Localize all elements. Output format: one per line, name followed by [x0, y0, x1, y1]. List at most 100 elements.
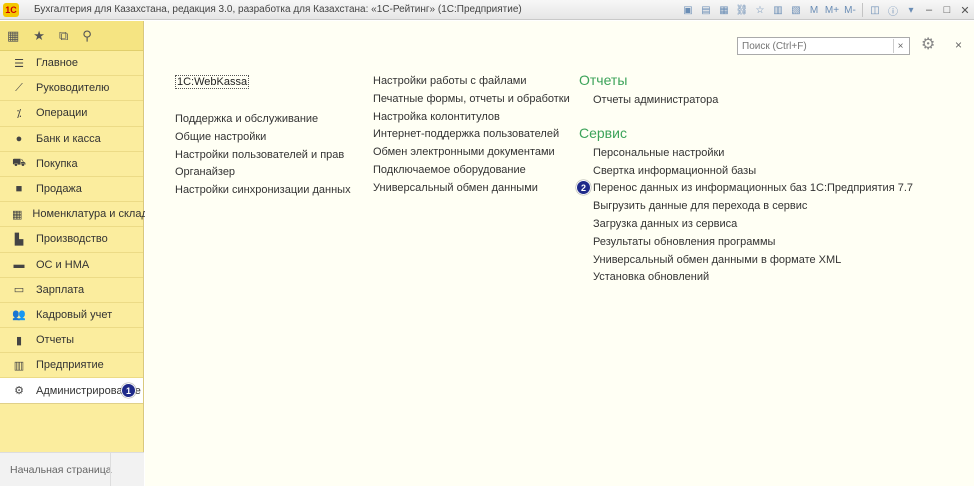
admin-column-3: Отчеты Отчеты администратора Сервис Перс…: [576, 72, 913, 289]
link-update-results[interactable]: Результаты обновления программы: [579, 236, 913, 254]
dropdown-icon[interactable]: ▾: [903, 2, 919, 18]
sidebar-item-operations[interactable]: ⁒ Операции: [0, 101, 143, 127]
maximize-icon[interactable]: □: [938, 2, 956, 18]
link-export-to-service[interactable]: Выгрузить данные для перехода в сервис: [579, 200, 913, 218]
link-equipment[interactable]: Подключаемое оборудование: [373, 164, 570, 182]
window-titlebar: 1С Бухгалтерия для Казахстана, редакция …: [0, 0, 974, 20]
link-install-updates[interactable]: Установка обновлений: [579, 271, 913, 289]
panels-icon[interactable]: ◫: [867, 2, 883, 18]
sections-panel: ▦ ★ ⧉ ⚲ ☰ Главное ⟋ Руководителю ⁒ Опера…: [0, 21, 148, 486]
sidebar-item-label: Операции: [36, 107, 88, 120]
link-user-settings[interactable]: Настройки пользователей и прав: [175, 149, 351, 167]
apps-grid-icon[interactable]: ▦: [7, 29, 19, 42]
link-edi[interactable]: Обмен электронными документами: [373, 146, 570, 164]
sidebar-item-production[interactable]: ▙ Производство: [0, 227, 143, 253]
building-icon: ▥: [13, 359, 25, 372]
link-organizer[interactable]: Органайзер: [175, 166, 351, 184]
memory-m-icon[interactable]: M: [806, 2, 822, 18]
calendar2-icon[interactable]: ▧: [788, 2, 804, 18]
factory-icon: ▙: [14, 233, 24, 246]
sidebar-item-salary[interactable]: ▭ Зарплата: [0, 278, 143, 303]
clear-search-icon[interactable]: ×: [893, 39, 907, 53]
star-icon[interactable]: ☆: [752, 2, 768, 18]
coins-icon: ●: [15, 132, 23, 145]
callout-marker-2: 2: [576, 180, 591, 195]
sidebar-item-purchase[interactable]: ⛟ Покупка: [0, 152, 143, 177]
sidebar-item-label: Зарплата: [36, 283, 85, 296]
memory-mminus-icon[interactable]: M-: [842, 2, 858, 18]
link-support[interactable]: Поддержка и обслуживание: [175, 113, 351, 131]
link-print-forms[interactable]: Печатные формы, отчеты и обработки: [373, 93, 570, 111]
sidebar-item-label: Номенклатура и склад: [32, 208, 148, 221]
print-icon[interactable]: ▤: [698, 2, 714, 18]
bag-icon: ■: [15, 183, 23, 196]
link-transfer-77[interactable]: Перенос данных из информационных баз 1С:…: [579, 182, 913, 200]
favorites-star-icon[interactable]: ★: [33, 29, 45, 42]
calculator-icon[interactable]: ▥: [770, 2, 786, 18]
info-icon[interactable]: ⓘ: [885, 2, 901, 18]
sidebar-item-label: Банк и касса: [36, 132, 101, 145]
sidebar-item-reports[interactable]: ▮ Отчеты: [0, 328, 143, 354]
link-file-settings[interactable]: Настройки работы с файлами: [373, 75, 570, 93]
sidebar-item-label: Кадровый учет: [36, 308, 113, 321]
link-admin-reports[interactable]: Отчеты администратора: [579, 94, 913, 112]
link-headers-footers[interactable]: Настройка колонтитулов: [373, 111, 570, 129]
admin-column-2: Настройки работы с файлами Печатные форм…: [373, 75, 570, 200]
search-icon[interactable]: ⚲: [82, 29, 92, 42]
sidebar-item-label: Руководителю: [36, 82, 110, 95]
admin-column-1: 1C:WebKassa Поддержка и обслуживание Общ…: [175, 75, 351, 202]
link-load-from-service[interactable]: Загрузка данных из сервиса: [579, 218, 913, 236]
minimize-icon[interactable]: –: [920, 2, 938, 18]
home-page-tab-label: Начальная страница: [10, 463, 112, 476]
link-personal-settings[interactable]: Персональные настройки: [579, 147, 913, 165]
truck-icon: ▬: [13, 258, 25, 271]
window-close-icon[interactable]: ✕: [956, 2, 974, 18]
link-internet-support[interactable]: Интернет-поддержка пользователей: [373, 128, 570, 146]
link-icon[interactable]: ⛓: [734, 2, 750, 18]
sidebar-item-hr[interactable]: 👥 Кадровый учет: [0, 303, 143, 329]
link-xml-exchange[interactable]: Универсальный обмен данными в формате XM…: [579, 254, 913, 272]
sidebar-item-sales[interactable]: ■ Продажа: [0, 177, 143, 203]
memory-mplus-icon[interactable]: M+: [824, 2, 840, 18]
sidebar-item-nomenclature[interactable]: ▦ Номенклатура и склад: [0, 202, 148, 228]
sidebar-item-label: Продажа: [36, 183, 82, 196]
sidebar-item-label: ОС и НМА: [36, 258, 90, 271]
app-logo: 1С: [3, 2, 19, 17]
sidebar-item-administration[interactable]: ⚙ Администрирование 1: [0, 378, 143, 404]
link-general-settings[interactable]: Общие настройки: [175, 131, 351, 149]
search-input[interactable]: [738, 40, 888, 52]
calendar-icon[interactable]: ▦: [716, 2, 732, 18]
cart-icon: ⛟: [12, 156, 26, 169]
link-universal-exchange[interactable]: Универсальный обмен данными: [373, 182, 570, 200]
bar-chart-icon: ▮: [15, 334, 23, 347]
toolbar-divider: [862, 3, 863, 17]
link-db-collapse[interactable]: Свертка информационной базы: [579, 165, 913, 183]
wallet-icon: ▭: [13, 284, 25, 297]
grid-icon: ▦: [12, 208, 23, 221]
sidebar-item-label: Главное: [36, 57, 79, 70]
sidebar-item-label: Отчеты: [36, 334, 75, 347]
operations-icon: ⁒: [16, 107, 22, 120]
sidebar-item-main[interactable]: ☰ Главное: [0, 51, 143, 77]
sidebar-item-bank[interactable]: ● Банк и касса: [0, 127, 143, 152]
gear-icon: ⚙: [14, 385, 24, 398]
sidebar-item-enterprise[interactable]: ▥ Предприятие: [0, 353, 143, 379]
link-sync-settings[interactable]: Настройки синхронизации данных: [175, 184, 351, 202]
tab-divider: [110, 453, 111, 486]
webkassa-link[interactable]: 1C:WebKassa: [175, 75, 250, 89]
sidebar-toolbar: ▦ ★ ⧉ ⚲: [0, 21, 143, 51]
panel-close-icon[interactable]: ×: [955, 39, 962, 51]
search-box: ×: [737, 37, 910, 55]
sidebar-item-manager[interactable]: ⟋ Руководителю: [0, 76, 143, 102]
sidebar-item-label: Предприятие: [36, 359, 104, 372]
administration-panel: × ⚙ × 1C:WebKassa Поддержка и обслуживан…: [145, 21, 974, 486]
sidebar-item-assets[interactable]: ▬ ОС и НМА: [0, 253, 143, 278]
reports-section-title: Отчеты: [579, 72, 628, 88]
title-toolbar: ▣ ▤ ▦ ⛓ ☆ ▥ ▧ M M+ M- ◫ ⓘ ▾ – □ ✕: [679, 0, 974, 20]
sidebar-item-label: Производство: [36, 233, 108, 246]
home-page-tab[interactable]: Начальная страница: [0, 452, 144, 486]
panel-settings-gear-icon[interactable]: ⚙: [921, 37, 935, 53]
sidebar-item-label: Покупка: [36, 157, 78, 170]
save-icon[interactable]: ▣: [680, 2, 696, 18]
history-icon[interactable]: ⧉: [59, 29, 68, 42]
